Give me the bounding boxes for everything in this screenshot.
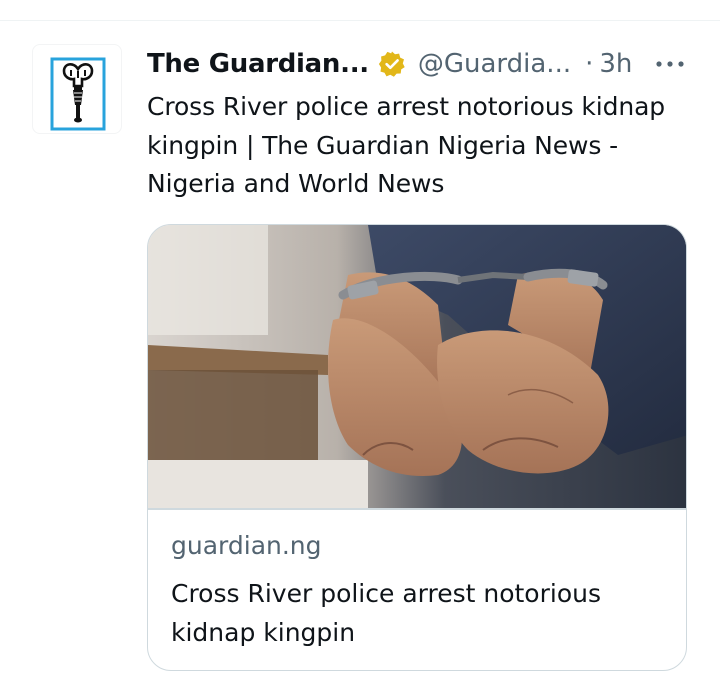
link-card[interactable]: guardian.ng Cross River police arrest no… xyxy=(147,224,687,671)
card-domain[interactable]: guardian.ng xyxy=(171,531,322,560)
separator-dot: · xyxy=(585,49,594,79)
handle[interactable]: @Guardia... xyxy=(418,49,571,79)
display-name[interactable]: The Guardian... xyxy=(147,49,369,79)
timestamp[interactable]: 3h xyxy=(599,49,632,79)
handcuffed-hands-image xyxy=(148,225,686,508)
guardian-logo-icon xyxy=(50,57,106,131)
more-options-button[interactable] xyxy=(652,52,688,76)
tweet-header: The Guardian... @Guardia... · 3h xyxy=(147,46,632,82)
avatar[interactable] xyxy=(32,44,122,134)
top-divider xyxy=(0,20,720,21)
card-image[interactable] xyxy=(148,225,686,508)
verified-badge-icon[interactable] xyxy=(378,50,406,78)
card-divider xyxy=(148,508,686,510)
more-horizontal-icon xyxy=(656,61,684,67)
tweet-text: Cross River police arrest notorious kidn… xyxy=(147,92,666,198)
card-title[interactable]: Cross River police arrest notorious kidn… xyxy=(171,575,661,652)
